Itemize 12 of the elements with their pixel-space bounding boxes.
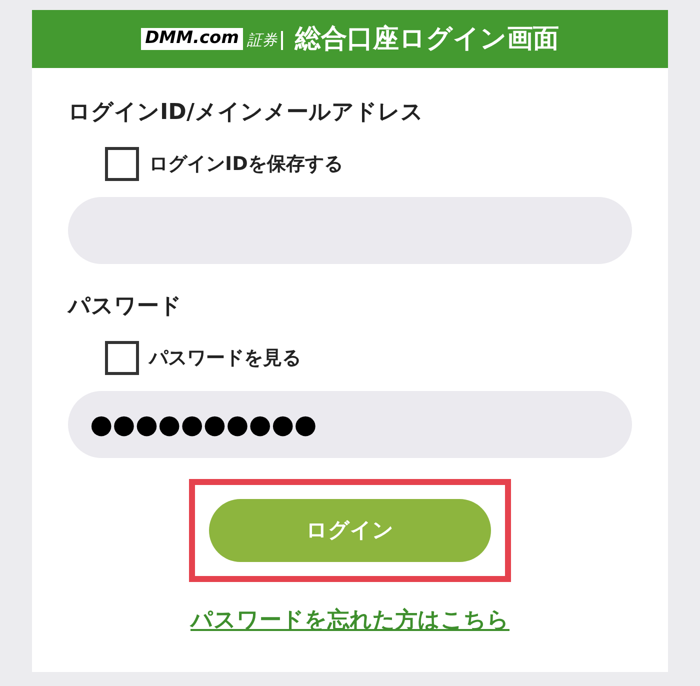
checkbox[interactable] xyxy=(105,147,139,181)
checkbox[interactable] xyxy=(105,341,139,375)
field-label: パスワード xyxy=(68,293,183,321)
logo-text: DMM.com xyxy=(141,28,243,50)
input-field[interactable]: ●●●●●●●●●● xyxy=(68,391,632,458)
logo-sub-text: 証券 xyxy=(246,30,283,50)
login-button[interactable]: ログイン xyxy=(209,499,491,562)
checkbox-label: パスワードを見る xyxy=(149,346,301,371)
field-label: ログインID/メインメールアドレス xyxy=(68,99,424,127)
forgot-password-link[interactable]: パスワードを忘れた方はこちら xyxy=(190,604,510,637)
checkbox-label: ログインIDを保存する xyxy=(149,152,343,177)
page-title: 総合口座ログイン画面 xyxy=(294,22,559,56)
